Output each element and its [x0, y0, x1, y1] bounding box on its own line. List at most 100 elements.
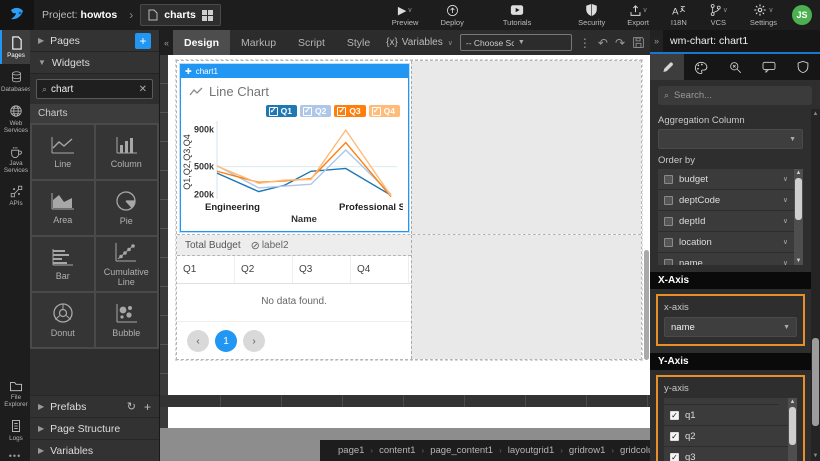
layout-grid[interactable]: ✚ chart1 Line Chart ✓Q1✓Q2✓Q3✓Q4 900k500…	[176, 60, 642, 360]
deploy-button[interactable]: Deploy	[440, 4, 463, 27]
option-location[interactable]: location∨	[658, 232, 794, 253]
breadcrumb-content1[interactable]: content1	[379, 445, 415, 456]
label2-widget[interactable]: ⊘ label2	[251, 239, 289, 252]
tab-style[interactable]: Style	[336, 30, 381, 55]
properties-search-input[interactable]	[674, 90, 806, 101]
rail-item-web-services[interactable]: Web Services	[0, 98, 30, 139]
checkbox-icon[interactable]: ✓	[670, 453, 679, 461]
canvas-scrollbar[interactable]	[644, 250, 649, 360]
tutorials-button[interactable]: Tutorials	[503, 4, 531, 27]
refresh-icon[interactable]: ↻	[127, 400, 136, 414]
preview-button[interactable]: ▶∨ Preview	[392, 4, 419, 27]
rail-item-pages[interactable]: Pages	[0, 30, 30, 64]
widget-search-input[interactable]	[51, 84, 135, 95]
table-header-q2[interactable]: Q2	[235, 256, 293, 283]
grid-icon[interactable]	[202, 10, 213, 21]
rail-item-apis[interactable]: APIs	[0, 179, 30, 212]
total-budget-row[interactable]: Total Budget ⊘ label2	[177, 235, 411, 256]
properties-tab-shield-outline[interactable]	[786, 54, 820, 80]
widget-bar[interactable]: Bar	[32, 237, 94, 291]
breadcrumb-layoutgrid1[interactable]: layoutgrid1	[508, 445, 554, 456]
undo-icon[interactable]: ↶	[598, 36, 608, 50]
checkbox-icon[interactable]	[664, 196, 673, 205]
widget-area[interactable]: Area	[32, 181, 94, 235]
option-q3[interactable]: ✓q3	[664, 447, 788, 461]
pages-accordion[interactable]: ▶ Pages +	[30, 30, 159, 52]
save-icon[interactable]	[632, 36, 645, 49]
properties-tab-palette[interactable]	[684, 54, 718, 80]
widget-column[interactable]: Column	[96, 125, 158, 179]
rail-item-file-explorer[interactable]: File Explorer	[0, 374, 30, 413]
rail-item-java-services[interactable]: Java Services	[0, 139, 30, 179]
chevron-down-icon[interactable]: ∨	[783, 217, 788, 225]
x-axis-select[interactable]: name ▼	[664, 317, 797, 337]
widget-line[interactable]: Line	[32, 125, 94, 179]
checkbox-icon[interactable]	[664, 175, 673, 184]
y-axis-scrollbar[interactable]: ▲ ▼	[788, 398, 797, 461]
add-page-button[interactable]: +	[135, 33, 151, 49]
breadcrumb-page_content1[interactable]: page_content1	[430, 445, 493, 456]
option-q1[interactable]: ✓q1	[664, 405, 788, 426]
order-by-scrollbar[interactable]: ▲ ▼	[794, 169, 803, 265]
user-avatar[interactable]: JS	[792, 5, 812, 25]
grid-column-1b[interactable]: Total Budget ⊘ label2 Q1Q2Q3Q4 No data f…	[177, 235, 411, 359]
rail-item-databases[interactable]: Databases	[0, 64, 30, 98]
screen-size-select[interactable]: -- Choose Screen Size -- ▼	[460, 34, 572, 51]
wavemaker-logo-icon[interactable]	[0, 0, 34, 30]
properties-tab-zoom-cancel[interactable]	[718, 54, 752, 80]
settings-button[interactable]: ∨Settings	[750, 4, 777, 27]
breadcrumb-gridrow1[interactable]: gridrow1	[569, 445, 605, 456]
widget-bubble[interactable]: Bubble	[96, 293, 158, 347]
checkbox-icon[interactable]: ✓	[670, 432, 679, 441]
checkbox-icon[interactable]	[664, 217, 673, 226]
properties-tab-message[interactable]	[752, 54, 786, 80]
aggregation-column-select[interactable]: ▼	[658, 129, 803, 149]
checkbox-icon[interactable]	[664, 238, 673, 247]
i18n-button[interactable]: AI18N	[671, 4, 687, 27]
option-budget[interactable]: budget∨	[658, 169, 794, 190]
legend-item-q2[interactable]: ✓Q2	[300, 105, 331, 117]
option-q2[interactable]: ✓q2	[664, 426, 788, 447]
table-header-q4[interactable]: Q4	[351, 256, 409, 283]
chevron-down-icon[interactable]: ∨	[783, 238, 788, 246]
page-structure-accordion[interactable]: ▶Page Structure	[30, 417, 159, 439]
variables-accordion[interactable]: ▶Variables	[30, 439, 159, 461]
vcs-button[interactable]: ∨VCS	[709, 4, 728, 27]
security-button[interactable]: Security	[578, 4, 605, 27]
checkbox-icon[interactable]: ✓	[670, 411, 679, 420]
prev-page-button[interactable]: ‹	[187, 330, 209, 352]
design-canvas[interactable]: ✚ chart1 Line Chart ✓Q1✓Q2✓Q3✓Q4 900k500…	[160, 55, 650, 428]
data-table[interactable]: Q1Q2Q3Q4 No data found. ‹ 1 ›	[177, 256, 411, 352]
tab-script[interactable]: Script	[287, 30, 336, 55]
next-page-button[interactable]: ›	[243, 330, 265, 352]
panel-scrollbar[interactable]: ▲ ▼	[811, 109, 820, 461]
page-tab-charts[interactable]: charts	[140, 4, 221, 26]
legend-item-q4[interactable]: ✓Q4	[369, 105, 400, 117]
clear-search-icon[interactable]: ✕	[139, 84, 147, 95]
widgets-accordion[interactable]: ▼ Widgets	[30, 52, 159, 74]
collapse-left-panel-icon[interactable]: «	[160, 30, 173, 55]
more-options-icon[interactable]: •••	[0, 451, 30, 461]
table-header-q1[interactable]: Q1	[177, 256, 235, 283]
tab-design[interactable]: Design	[173, 30, 230, 55]
option-deptId[interactable]: deptId∨	[658, 211, 794, 232]
expand-panel-icon[interactable]: »	[650, 30, 663, 52]
grid-column-1[interactable]: ✚ chart1 Line Chart ✓Q1✓Q2✓Q3✓Q4 900k500…	[177, 61, 411, 234]
widget-donut[interactable]: Donut	[32, 293, 94, 347]
option-name[interactable]: name∨	[658, 253, 794, 265]
grid-column-2b[interactable]	[411, 235, 641, 359]
rail-item-logs[interactable]: Logs	[0, 413, 30, 447]
tab-markup[interactable]: Markup	[230, 30, 287, 55]
chevron-down-icon[interactable]: ∨	[783, 259, 788, 265]
legend-item-q3[interactable]: ✓Q3	[334, 105, 365, 117]
chevron-down-icon[interactable]: ∨	[783, 196, 788, 204]
widget-pie[interactable]: Pie	[96, 181, 158, 235]
checkbox-icon[interactable]	[664, 259, 673, 266]
chevron-down-icon[interactable]: ∨	[783, 175, 788, 183]
kebab-menu-icon[interactable]: ⋮	[579, 36, 591, 50]
widget-cumulative-line[interactable]: Cumulative Line	[96, 237, 158, 291]
chart1-widget-header[interactable]: ✚ chart1	[181, 65, 408, 78]
chart1-widget[interactable]: ✚ chart1 Line Chart ✓Q1✓Q2✓Q3✓Q4 900k500…	[180, 64, 409, 232]
export-button[interactable]: ∨Export	[627, 4, 649, 27]
variables-button[interactable]: {x} Variables ∨	[386, 37, 453, 48]
